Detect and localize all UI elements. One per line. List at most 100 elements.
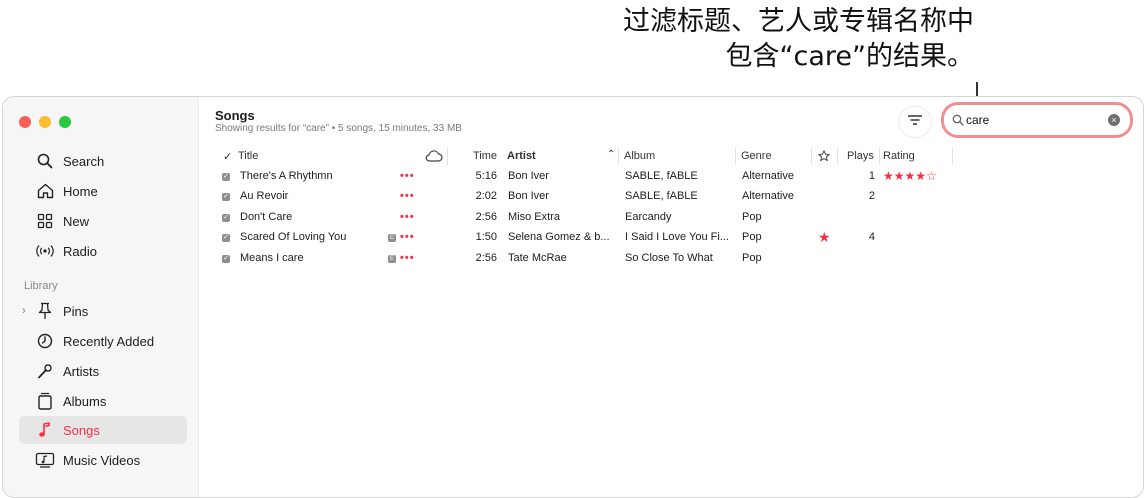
column-divider (952, 147, 953, 165)
column-header-plays[interactable]: Plays (847, 150, 874, 162)
star-filled-icon: ★ (883, 169, 894, 183)
song-artist: Bon Iver (508, 190, 549, 202)
favorite-star-icon[interactable] (818, 150, 830, 165)
column-header-check[interactable]: ✓ (223, 150, 232, 163)
radio-icon (35, 241, 55, 261)
search-icon (35, 151, 55, 171)
search-icon (952, 113, 964, 131)
song-artist: Tate McRae (508, 252, 567, 264)
column-header-genre[interactable]: Genre (741, 150, 772, 162)
song-album: SABLE, fABLE (625, 170, 698, 182)
sort-ascending-icon: ⌃ (607, 149, 616, 160)
sidebar-item-radio[interactable]: Radio (19, 237, 187, 265)
more-options-icon[interactable]: ••• (400, 231, 415, 243)
column-divider (879, 147, 880, 165)
song-plays: 4 (868, 231, 875, 243)
callout-line-1: 过滤标题、艺人或专辑名称中 (623, 6, 974, 37)
search-input[interactable] (966, 111, 1096, 129)
song-album: So Close To What (625, 252, 713, 264)
zoom-window-button[interactable] (59, 116, 71, 128)
sidebar-item-search[interactable]: Search (19, 147, 187, 175)
song-genre: Alternative (742, 170, 794, 182)
table-row[interactable]: ✓ Means I care E ••• 2:56 Tate McRae So … (219, 249, 1139, 269)
column-divider (811, 147, 812, 165)
more-options-icon[interactable]: ••• (400, 252, 415, 264)
clean-badge: C (388, 234, 396, 242)
minimize-window-button[interactable] (39, 116, 51, 128)
column-divider (447, 147, 448, 165)
column-header-artist[interactable]: Artist (507, 150, 536, 162)
pin-icon (35, 301, 55, 321)
song-genre: Pop (742, 252, 762, 264)
explicit-badge: E (388, 255, 396, 263)
star-empty-icon: ☆ (926, 169, 937, 183)
table-row[interactable]: ✓ Don't Care ••• 2:56 Miso Extra Earcand… (219, 208, 1139, 228)
music-note-icon (35, 420, 55, 440)
column-header-album[interactable]: Album (624, 150, 655, 162)
table-row[interactable]: ✓ Scared Of Loving You C ••• 1:50 Selena… (219, 228, 1139, 248)
page-title: Songs (215, 108, 255, 123)
filter-lines-icon (907, 113, 923, 131)
table-row[interactable]: ✓ Au Revoir ••• 2:02 Bon Iver SABLE, fAB… (219, 187, 1139, 207)
checkbox-checked[interactable]: ✓ (222, 173, 230, 181)
loved-star-icon[interactable]: ★ (818, 229, 831, 246)
sidebar-item-label: New (63, 213, 90, 229)
clear-search-icon[interactable]: × (1108, 114, 1120, 126)
column-header-time[interactable]: Time (473, 150, 497, 162)
grid-icon (35, 211, 55, 231)
song-artist: Miso Extra (508, 211, 560, 223)
song-album: SABLE, fABLE (625, 190, 698, 202)
table-row[interactable]: ✓ There's A Rhythmn ••• 5:16 Bon Iver SA… (219, 167, 1139, 187)
song-artist: Bon Iver (508, 170, 549, 182)
song-time: 5:16 (475, 170, 497, 182)
more-options-icon[interactable]: ••• (400, 190, 415, 202)
sidebar: Search Home New Radio Library › Pins Rec… (3, 97, 199, 497)
song-time: 2:02 (475, 190, 497, 202)
sidebar-item-pins[interactable]: Pins (19, 297, 187, 325)
more-options-icon[interactable]: ••• (400, 211, 415, 223)
close-window-button[interactable] (19, 116, 31, 128)
star-filled-icon: ★ (915, 169, 927, 183)
song-title: Scared Of Loving You (240, 231, 347, 243)
column-divider (618, 147, 619, 165)
song-title: Don't Care (240, 211, 293, 223)
sidebar-item-artists[interactable]: Artists (19, 357, 187, 385)
checkbox-checked[interactable]: ✓ (222, 255, 230, 263)
sidebar-item-songs[interactable]: Songs (19, 416, 187, 444)
column-header-rating[interactable]: Rating (883, 150, 915, 162)
microphone-icon (35, 361, 55, 381)
sidebar-item-label: Music Videos (63, 452, 141, 468)
song-plays: 2 (868, 190, 875, 202)
cloud-icon[interactable] (425, 150, 443, 165)
sidebar-item-music-videos[interactable]: Music Videos (19, 446, 187, 474)
sidebar-item-new[interactable]: New (19, 207, 187, 235)
more-options-icon[interactable]: ••• (400, 170, 415, 182)
search-field[interactable]: × (941, 102, 1133, 138)
rating-stars[interactable]: ★★★★☆ (883, 169, 937, 183)
column-divider (837, 147, 838, 165)
checkbox-checked[interactable]: ✓ (222, 214, 230, 222)
view-options-button[interactable] (899, 107, 931, 137)
song-album: I Said I Love You Fi... (625, 231, 729, 243)
sidebar-item-label: Songs (63, 422, 100, 438)
song-genre: Pop (742, 231, 762, 243)
library-section-label: Library (24, 280, 58, 292)
song-time: 2:56 (475, 252, 497, 264)
callout-annotation: 过滤标题、艺人或专辑名称中 包含“care”的结果。 (554, 4, 974, 74)
sidebar-item-label: Home (63, 183, 98, 199)
star-filled-icon: ★ (904, 169, 916, 183)
home-icon (35, 181, 55, 201)
checkbox-checked[interactable]: ✓ (222, 234, 230, 242)
song-title: Means I care (240, 252, 304, 264)
column-header-title[interactable]: Title (238, 150, 258, 162)
sidebar-item-label: Pins (63, 303, 89, 319)
sidebar-item-home[interactable]: Home (19, 177, 187, 205)
song-artist: Selena Gomez & b... (508, 231, 610, 243)
song-title: There's A Rhythmn (240, 170, 333, 182)
main-content: Songs Showing results for “care” • 5 son… (199, 97, 1143, 497)
checkbox-checked[interactable]: ✓ (222, 193, 230, 201)
results-summary: Showing results for “care” • 5 songs, 15… (215, 123, 462, 134)
sidebar-item-recently-added[interactable]: Recently Added (19, 327, 187, 355)
sidebar-item-albums[interactable]: Albums (19, 387, 187, 415)
music-video-icon (35, 450, 55, 470)
